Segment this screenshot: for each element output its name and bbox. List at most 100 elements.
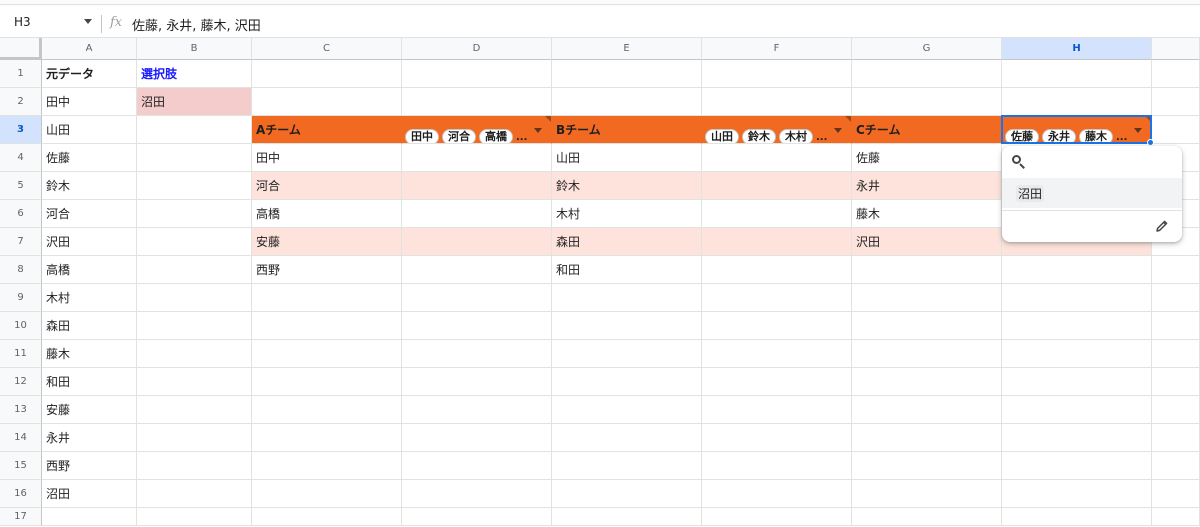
pencil-icon[interactable] (1154, 218, 1170, 234)
column-header[interactable]: H (1002, 38, 1152, 60)
row-header[interactable]: 8 (0, 256, 42, 284)
row-header[interactable]: 4 (0, 144, 42, 172)
name-chip[interactable]: 高橋 (479, 128, 513, 143)
cell[interactable] (552, 368, 702, 396)
row-header[interactable]: 5 (0, 172, 42, 200)
cell[interactable] (402, 256, 552, 284)
cell[interactable] (702, 424, 852, 452)
cell[interactable] (402, 284, 552, 312)
cell[interactable] (702, 312, 852, 340)
cell[interactable] (1002, 312, 1152, 340)
cell[interactable] (137, 396, 252, 424)
row-header[interactable]: 7 (0, 228, 42, 256)
cell[interactable] (1002, 480, 1152, 508)
cell[interactable] (852, 396, 1002, 424)
cell[interactable] (852, 508, 1002, 526)
source-data-cell[interactable]: 沼田 (42, 480, 137, 508)
source-data-cell[interactable]: 河合 (42, 200, 137, 228)
cell[interactable] (137, 368, 252, 396)
cell[interactable] (852, 340, 1002, 368)
cell[interactable] (852, 312, 1002, 340)
row-header[interactable]: 16 (0, 480, 42, 508)
cell[interactable] (1152, 116, 1200, 144)
cell[interactable] (402, 88, 552, 116)
column-header[interactable]: F (702, 38, 852, 60)
row-header[interactable]: 3 (0, 116, 42, 144)
cell[interactable] (552, 88, 702, 116)
cell[interactable] (1002, 88, 1152, 116)
source-data-cell[interactable]: 山田 (42, 116, 137, 144)
name-chip[interactable]: 河合 (442, 128, 476, 143)
column-header[interactable]: D (402, 38, 552, 60)
cell[interactable] (852, 452, 1002, 480)
column-header[interactable]: B (137, 38, 252, 60)
cell[interactable] (1152, 396, 1200, 424)
cell[interactable] (702, 396, 852, 424)
cell[interactable] (137, 116, 252, 144)
team-member-cell[interactable]: 高橋 (252, 200, 402, 228)
cell[interactable] (702, 144, 852, 172)
cell[interactable] (402, 228, 552, 256)
source-data-cell[interactable]: 木村 (42, 284, 137, 312)
chevron-down-icon[interactable] (84, 19, 92, 24)
cell[interactable] (552, 340, 702, 368)
source-data-cell[interactable]: 安藤 (42, 396, 137, 424)
cell[interactable] (402, 200, 552, 228)
cell[interactable] (137, 256, 252, 284)
source-data-cell[interactable]: 永井 (42, 424, 137, 452)
team-name-header[interactable]: Bチーム (552, 116, 702, 144)
cell[interactable] (552, 424, 702, 452)
fill-handle[interactable] (1147, 139, 1154, 146)
cell[interactable] (252, 508, 402, 526)
column-header[interactable]: C (252, 38, 402, 60)
name-chip[interactable]: 木村 (779, 128, 813, 143)
team-chip-dropdown[interactable]: 山田 鈴木 木村... (702, 116, 852, 144)
source-data-cell[interactable]: 佐藤 (42, 144, 137, 172)
name-chip[interactable]: 鈴木 (742, 128, 776, 143)
team-chip-dropdown[interactable]: 田中 河合 高橋... (402, 116, 552, 144)
cell[interactable] (137, 508, 252, 526)
row-header[interactable]: 13 (0, 396, 42, 424)
cell[interactable] (252, 368, 402, 396)
source-data-cell[interactable]: 和田 (42, 368, 137, 396)
cell[interactable] (137, 424, 252, 452)
cell[interactable] (402, 172, 552, 200)
team-member-cell[interactable]: 佐藤 (852, 144, 1002, 172)
cell[interactable] (137, 284, 252, 312)
formula-input[interactable]: 佐藤, 永井, 藤木, 沢田 (132, 15, 261, 34)
row-header[interactable]: 2 (0, 88, 42, 116)
cell[interactable] (552, 284, 702, 312)
cell[interactable] (402, 368, 552, 396)
cell[interactable] (137, 200, 252, 228)
cell[interactable] (552, 396, 702, 424)
cell[interactable] (702, 256, 852, 284)
cell[interactable] (1152, 312, 1200, 340)
choices-header[interactable]: 選択肢 (137, 60, 252, 88)
cell[interactable] (252, 424, 402, 452)
cell[interactable] (137, 452, 252, 480)
cell[interactable] (552, 312, 702, 340)
cell[interactable] (702, 228, 852, 256)
source-data-header[interactable]: 元データ (42, 60, 137, 88)
row-header[interactable]: 17 (0, 508, 42, 526)
cell[interactable] (1002, 368, 1152, 396)
name-chip[interactable]: 田中 (405, 128, 439, 143)
cell[interactable] (702, 200, 852, 228)
source-data-cell[interactable]: 藤木 (42, 340, 137, 368)
column-header[interactable]: E (552, 38, 702, 60)
row-header[interactable]: 9 (0, 284, 42, 312)
cell[interactable] (852, 424, 1002, 452)
team-member-cell[interactable]: 河合 (252, 172, 402, 200)
select-all-corner[interactable] (0, 38, 42, 60)
cell[interactable] (137, 228, 252, 256)
cell[interactable] (702, 88, 852, 116)
cell[interactable] (137, 144, 252, 172)
row-header[interactable]: 12 (0, 368, 42, 396)
cell[interactable] (252, 284, 402, 312)
cell[interactable] (1002, 424, 1152, 452)
cell[interactable] (1002, 284, 1152, 312)
team-member-cell[interactable]: 森田 (552, 228, 702, 256)
cell[interactable] (252, 88, 402, 116)
cell[interactable] (852, 88, 1002, 116)
team-member-cell[interactable]: 木村 (552, 200, 702, 228)
